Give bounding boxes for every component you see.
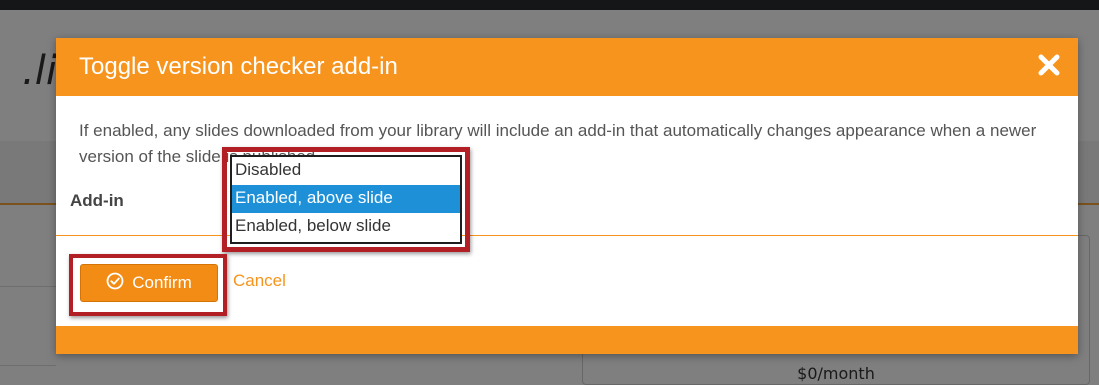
modal-footer-band — [56, 326, 1078, 354]
check-circle-icon — [106, 272, 124, 295]
confirm-button-label: Confirm — [132, 273, 192, 292]
cancel-link[interactable]: Cancel — [233, 271, 286, 291]
modal-header: Toggle version checker add-in — [56, 38, 1078, 96]
modal-title: Toggle version checker add-in — [79, 53, 398, 80]
confirm-button[interactable]: Confirm — [80, 264, 218, 302]
addin-select-listbox[interactable]: Disabled Enabled, above slide Enabled, b… — [230, 155, 462, 244]
modal-divider — [56, 235, 1078, 236]
option-disabled[interactable]: Disabled — [232, 157, 460, 185]
option-enabled-above-slide[interactable]: Enabled, above slide — [232, 185, 460, 213]
addin-label: Add-in — [70, 191, 124, 210]
option-enabled-below-slide[interactable]: Enabled, below slide — [232, 213, 460, 241]
close-icon[interactable] — [1034, 50, 1064, 80]
